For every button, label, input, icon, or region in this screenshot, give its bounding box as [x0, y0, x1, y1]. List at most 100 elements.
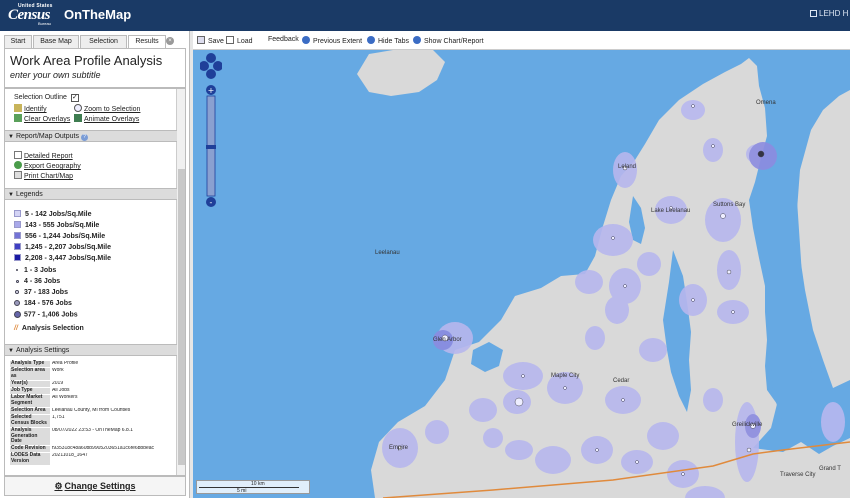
legend-density-3: 556 - 1,244 Jobs/Sq.Mile — [14, 232, 105, 240]
selection-outline-checkbox[interactable]: ✓ — [70, 94, 79, 102]
collapse-triangle-icon: ▼ — [8, 192, 14, 198]
table-row: Analysis Generation Date 08/07/2022 23:53… — [10, 427, 172, 445]
results-title-box: Work Area Profile Analysis enter your ow… — [4, 48, 186, 88]
map-label-leelanau: Leelanau — [375, 250, 400, 256]
back-arrow-icon — [302, 36, 310, 44]
map-label-maple-city: Maple City — [551, 373, 580, 379]
legends-header[interactable]: ▼ Legends — [5, 188, 177, 200]
results-scrollbar[interactable] — [176, 89, 185, 475]
legend-points-2: 4 - 36 Jobs — [14, 278, 60, 285]
table-row: Labor Market Segment All Workers — [10, 394, 172, 407]
legend-swatch — [14, 210, 21, 217]
legend-points-5: 577 - 1,406 Jobs — [14, 311, 78, 318]
legend-label: 2,208 - 3,447 Jobs/Sq.Mile — [25, 255, 111, 262]
change-settings-button[interactable]: ⚙ Change Settings — [4, 476, 186, 496]
scrollbar-thumb[interactable] — [178, 169, 185, 465]
table-row: Selected Census Blocks 1,751 — [10, 414, 172, 427]
map-label-grand-traverse: Grand T — [819, 466, 841, 472]
print-chart-map-label: Print Chart/Map — [24, 173, 74, 180]
legend-point-icon — [16, 279, 19, 283]
load-button[interactable]: Load — [226, 36, 253, 45]
tab-selection[interactable]: Selection — [80, 35, 127, 48]
north-island — [357, 50, 445, 96]
globe-icon — [14, 161, 22, 169]
selection-outline-row: Selection Outline ✓ — [14, 94, 79, 102]
show-chart-report-button[interactable]: Show Chart/Report — [413, 36, 484, 45]
map-canvas[interactable]: Omena Leland Suttons Bay Lake Leelanau L… — [193, 50, 850, 498]
setting-key: Selected Census Blocks — [10, 414, 50, 427]
census-logo[interactable]: United States Census Bureau — [8, 3, 56, 27]
scale-line — [199, 487, 299, 488]
save-label: Save — [208, 38, 224, 45]
legend-points-1: 1 - 3 Jobs — [14, 267, 56, 274]
tab-results[interactable]: Results — [128, 35, 166, 48]
detailed-report-link[interactable]: Detailed Report — [14, 151, 73, 160]
logo-bottom-text: Bureau — [38, 21, 51, 26]
legend-swatch — [14, 232, 21, 239]
change-settings-label: Change Settings — [64, 481, 136, 491]
scale-km: 10 km — [251, 481, 265, 487]
feedback-button[interactable]: Feedback — [268, 36, 299, 43]
results-scroll-area: Selection Outline ✓ Identify Zoom to Sele… — [4, 88, 186, 476]
load-label: Load — [237, 38, 253, 45]
previous-extent-label: Previous Extent — [313, 38, 363, 45]
help-icon[interactable]: ? — [80, 134, 88, 141]
legend-label: 1,245 - 2,207 Jobs/Sq.Mile — [25, 244, 111, 251]
setting-value: Work — [52, 368, 64, 373]
zoom-control: + - — [200, 52, 222, 212]
map-scale-bar: 10 km 5 mi — [196, 480, 310, 494]
lehd-home-label: LEHD H — [819, 9, 849, 18]
legend-label: 4 - 36 Jobs — [24, 278, 61, 285]
svg-text:+: + — [208, 86, 215, 95]
map-label-suttons-bay: Suttons Bay — [713, 202, 746, 208]
clear-overlays-link[interactable]: Clear Overlays — [14, 114, 70, 123]
animate-overlays-link[interactable]: Animate Overlays — [74, 114, 139, 123]
print-chart-map-link[interactable]: Print Chart/Map — [14, 171, 73, 180]
map-label-traverse-city: Traverse City — [780, 472, 816, 478]
legend-label: 577 - 1,406 Jobs — [24, 311, 78, 319]
scale-mi: 5 mi — [237, 488, 247, 494]
setting-value: All Jobs — [52, 388, 70, 393]
legend-points-4: 184 - 576 Jobs — [14, 300, 72, 307]
setting-value: 08/07/2022 23:53 - OnTheMap 6.8.1 — [52, 428, 133, 433]
page-title[interactable]: Work Area Profile Analysis — [10, 53, 162, 68]
gear-icon: ⚙ — [54, 481, 63, 491]
hide-tabs-button[interactable]: Hide Tabs — [367, 36, 409, 45]
double-arrow-icon — [367, 36, 375, 44]
setting-value: 1,751 — [52, 415, 65, 420]
pan-right-icon — [213, 61, 222, 71]
identify-link[interactable]: Identify — [14, 104, 47, 113]
map-label-glen-arbor: Glen Arbor — [433, 337, 462, 343]
analysis-settings-header[interactable]: ▼ Analysis Settings — [5, 344, 177, 356]
export-geography-link[interactable]: Export Geography — [14, 161, 81, 170]
lehd-home-link[interactable]: LEHD H — [810, 9, 848, 18]
clear-overlays-label: Clear Overlays — [24, 116, 71, 123]
legend-density-5: 2,208 - 3,447 Jobs/Sq.Mile — [14, 254, 111, 262]
close-tab-icon[interactable]: × — [166, 37, 174, 45]
table-row: Selection Area Leelanau County, MI from C… — [10, 407, 172, 414]
zoom-to-selection-label: Zoom to Selection — [84, 106, 141, 113]
legend-label: 556 - 1,244 Jobs/Sq.Mile — [25, 233, 106, 240]
legend-point-icon — [14, 311, 21, 318]
setting-key: LODES Data Version — [10, 452, 50, 465]
save-button[interactable]: Save — [197, 36, 224, 45]
legend-label: 184 - 576 Jobs — [24, 300, 72, 307]
animate-overlays-label: Animate Overlays — [84, 116, 140, 123]
pan-up-icon — [206, 53, 216, 63]
zoom-to-selection-link[interactable]: Zoom to Selection — [74, 104, 140, 113]
map-label-cedar: Cedar — [613, 378, 630, 384]
magnifier-icon — [74, 104, 82, 112]
detailed-report-label: Detailed Report — [24, 153, 73, 160]
legend-label: 143 - 555 Jobs/Sq.Mile — [25, 222, 100, 229]
collapse-triangle-icon: ▼ — [8, 134, 14, 140]
tab-base-map[interactable]: Base Map — [33, 35, 79, 48]
previous-extent-button[interactable]: Previous Extent — [302, 36, 362, 45]
tab-start[interactable]: Start — [4, 35, 32, 48]
page-subtitle[interactable]: enter your own subtitle — [10, 70, 101, 80]
home-icon — [810, 10, 817, 17]
report-outputs-title: Report/Map Outputs — [15, 133, 79, 140]
settings-table: Analysis Type Area Profile Selection area… — [10, 360, 172, 465]
report-outputs-header[interactable]: ▼ Report/Map Outputs? — [5, 130, 177, 142]
svg-text:-: - — [210, 198, 213, 207]
legend-point-icon — [14, 300, 20, 307]
